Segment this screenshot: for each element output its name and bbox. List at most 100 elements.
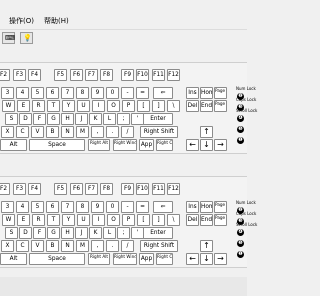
key-q-row-6[interactable]: I [92, 100, 105, 112]
key-f10[interactable]: F10 [136, 183, 149, 195]
key-bottom-0[interactable]: Alt [0, 139, 27, 151]
key-z-row-1[interactable]: C [16, 240, 29, 252]
key-f7[interactable]: F7 [85, 69, 98, 81]
key-num-10[interactable]: ⇐ [153, 87, 173, 99]
key-bottom-1[interactable]: Space [29, 253, 85, 265]
key-q-row-1[interactable]: E [17, 100, 30, 112]
key-arrow-up[interactable]: ↑ [200, 240, 213, 252]
key-arrow-right[interactable]: → [214, 253, 227, 265]
key-nav1-2[interactable]: Page Up [214, 87, 227, 99]
key-q-row-0[interactable]: W [2, 100, 15, 112]
key-f12[interactable]: F12 [167, 183, 180, 195]
key-num-8[interactable]: - [121, 201, 134, 213]
key-a-row-2[interactable]: F [33, 113, 46, 125]
key-num-9[interactable]: = [136, 201, 149, 213]
key-f12[interactable]: F12 [167, 69, 180, 81]
key-nav2-1[interactable]: End [200, 100, 213, 112]
help-toolbar-button[interactable]: 💡 [20, 32, 33, 44]
key-q-row-9[interactable]: [ [137, 214, 150, 226]
key-a-row-0[interactable]: S [5, 227, 18, 239]
key-a-row-5[interactable]: J [75, 113, 88, 125]
key-q-row-9[interactable]: [ [137, 100, 150, 112]
key-q-row-0[interactable]: W [2, 214, 15, 226]
key-f4[interactable]: F4 [28, 69, 41, 81]
key-q-row-5[interactable]: U [77, 100, 90, 112]
key-num-3[interactable]: 6 [46, 201, 59, 213]
key-a-row-8[interactable]: ; [117, 227, 130, 239]
key-z-row-6[interactable]: , [91, 240, 104, 252]
key-a-row-2[interactable]: F [33, 227, 46, 239]
key-f8[interactable]: F8 [100, 183, 113, 195]
key-nav2-1[interactable]: End [200, 214, 213, 226]
key-f6[interactable]: F6 [70, 69, 83, 81]
key-num-3[interactable]: 6 [46, 87, 59, 99]
key-nav2-0[interactable]: Del [186, 214, 199, 226]
key-f5[interactable]: F5 [54, 183, 67, 195]
key-arrow-up[interactable]: ↑ [200, 126, 213, 138]
key-z-row-7[interactable]: . [106, 240, 119, 252]
key-f3[interactable]: F3 [13, 69, 26, 81]
key-bottom-4[interactable]: App [139, 253, 154, 265]
key-bottom-5[interactable]: Right Ctrl [156, 253, 173, 265]
key-a-row-0[interactable]: S [5, 113, 18, 125]
key-num-1[interactable]: 4 [16, 201, 29, 213]
key-f4[interactable]: F4 [28, 183, 41, 195]
key-num-1[interactable]: 4 [16, 87, 29, 99]
key-z-row-6[interactable]: , [91, 126, 104, 138]
key-arrow-down[interactable]: ↓ [200, 253, 213, 265]
key-z-row-7[interactable]: . [106, 126, 119, 138]
key-num-7[interactable]: 0 [106, 201, 119, 213]
key-q-row-2[interactable]: R [32, 100, 45, 112]
key-arrow-down[interactable]: ↓ [200, 139, 213, 151]
keyboard-toolbar-button[interactable]: ⌨ [2, 32, 15, 44]
key-a-row-6[interactable]: K [89, 113, 102, 125]
key-bottom-2[interactable]: Right Alt [88, 139, 110, 151]
key-f9[interactable]: F9 [121, 69, 134, 81]
key-num-2[interactable]: 5 [31, 87, 44, 99]
key-arrow-left[interactable]: ← [186, 139, 199, 151]
key-bottom-3[interactable]: Right Windows [113, 139, 137, 151]
key-nav1-0[interactable]: Ins [186, 87, 199, 99]
key-f3[interactable]: F3 [13, 183, 26, 195]
key-q-row-8[interactable]: P [122, 100, 135, 112]
key-bottom-0[interactable]: Alt [0, 253, 27, 265]
key-z-row-1[interactable]: C [16, 126, 29, 138]
key-a-row-3[interactable]: G [47, 227, 60, 239]
key-num-4[interactable]: 7 [61, 201, 74, 213]
key-z-row-5[interactable]: M [76, 240, 89, 252]
key-q-row-4[interactable]: Y [62, 100, 75, 112]
key-f5[interactable]: F5 [54, 69, 67, 81]
key-q-row-3[interactable]: T [47, 100, 60, 112]
key-f10[interactable]: F10 [136, 69, 149, 81]
key-a-row-7[interactable]: L [103, 113, 116, 125]
key-z-row-8[interactable]: / [121, 240, 134, 252]
key-a-row-1[interactable]: D [19, 227, 32, 239]
key-num-6[interactable]: 9 [91, 87, 104, 99]
key-nav2-2[interactable]: Page Down [214, 100, 227, 112]
key-num-7[interactable]: 0 [106, 87, 119, 99]
key-z-row-4[interactable]: N [61, 126, 74, 138]
key-z-row-3[interactable]: B [46, 126, 59, 138]
key-f11[interactable]: F11 [152, 183, 165, 195]
key-a-row-3[interactable]: G [47, 113, 60, 125]
key-nav1-1[interactable]: Home [200, 87, 213, 99]
key-a-row-4[interactable]: H [61, 227, 74, 239]
key-num-10[interactable]: ⇐ [153, 201, 173, 213]
menu-help[interactable]: 帮助(H) [44, 16, 69, 26]
key-num-0[interactable]: 3 [1, 201, 14, 213]
key-nav2-0[interactable]: Del [186, 100, 199, 112]
key-z-row-2[interactable]: V [31, 240, 44, 252]
key-q-row-11[interactable]: \ [167, 214, 180, 226]
key-q-row-8[interactable]: P [122, 214, 135, 226]
key-f6[interactable]: F6 [70, 183, 83, 195]
key-num-2[interactable]: 5 [31, 201, 44, 213]
key-num-5[interactable]: 8 [76, 201, 89, 213]
key-a-row-6[interactable]: K [89, 227, 102, 239]
key-q-row-7[interactable]: O [107, 100, 120, 112]
key-num-8[interactable]: - [121, 87, 134, 99]
key-f11[interactable]: F11 [152, 69, 165, 81]
key-bottom-2[interactable]: Right Alt [88, 253, 110, 265]
key-f2[interactable]: F2 [0, 69, 10, 81]
key-num-5[interactable]: 8 [76, 87, 89, 99]
key-z-row-9[interactable]: Right Shift [140, 126, 178, 138]
